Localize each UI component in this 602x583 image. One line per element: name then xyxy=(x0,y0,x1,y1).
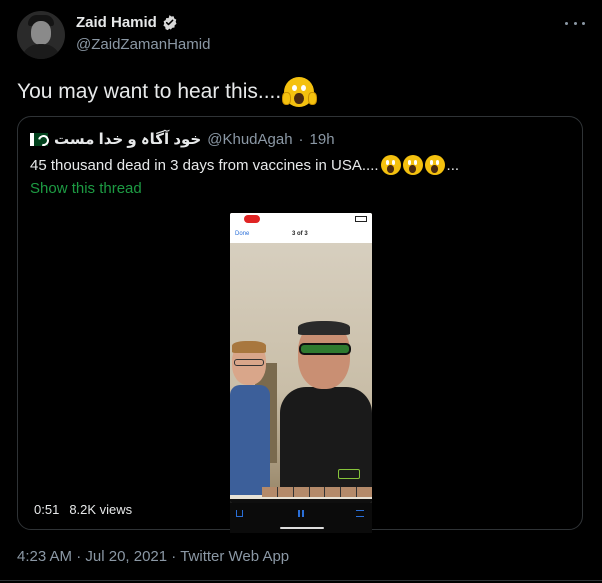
filmstrip-frame xyxy=(277,487,293,497)
share-icon xyxy=(236,510,243,517)
author-handle[interactable]: @ZaidZamanHamid xyxy=(76,36,210,53)
screaming-face-emoji-icon xyxy=(402,155,423,175)
phone-toolbar xyxy=(230,503,372,533)
more-options-icon[interactable] xyxy=(565,15,585,31)
video-person-right xyxy=(280,321,372,497)
quoted-tweet-header: خود آگاہ و خدا مست @KhudAgah · 19h xyxy=(30,130,335,148)
emoji-mouth xyxy=(387,165,394,173)
emoji-hand xyxy=(281,92,291,106)
tweet-date[interactable]: Jul 20, 2021 xyxy=(85,548,167,565)
home-indicator xyxy=(280,527,324,529)
footer-separator: · xyxy=(76,548,82,565)
screaming-face-emoji-icon xyxy=(281,77,317,107)
phone-done-label: Done xyxy=(235,231,250,237)
quoted-separator: · xyxy=(298,130,304,148)
emoji-mouth xyxy=(409,165,416,173)
phone-filmstrip xyxy=(262,487,372,497)
tweet-time[interactable]: 4:23 AM xyxy=(17,548,72,565)
pause-icon xyxy=(298,510,304,517)
recording-indicator-icon xyxy=(244,215,260,223)
video-person-left xyxy=(230,341,270,495)
more-dot xyxy=(582,21,585,25)
shirt-logo xyxy=(338,469,360,479)
more-dot xyxy=(565,21,568,25)
emoji-eye xyxy=(385,160,390,165)
person-sunglasses xyxy=(299,343,351,355)
emoji-eye xyxy=(429,160,434,165)
video-meta: 0:51 8.2K views xyxy=(34,502,132,517)
quoted-handle[interactable]: @KhudAgah xyxy=(207,131,292,148)
pakistan-flag-icon xyxy=(30,132,48,146)
video-duration: 0:51 xyxy=(34,502,60,517)
person-hair xyxy=(232,341,266,353)
screaming-face-emoji-icon xyxy=(424,155,445,175)
avatar-head xyxy=(31,21,51,45)
tweet-header: Zaid Hamid @ZaidZamanHamid xyxy=(17,11,585,59)
show-thread-link[interactable]: Show this thread xyxy=(30,180,142,197)
footer-separator: · xyxy=(171,548,177,565)
video-player[interactable]: Done 3 of 3 xyxy=(230,213,372,503)
filmstrip-frame xyxy=(309,487,325,497)
tweet-text: You may want to hear this.... xyxy=(17,77,317,107)
quoted-text-suffix: ... xyxy=(446,156,460,174)
tweet-client[interactable]: Twitter Web App xyxy=(180,548,289,565)
phone-nav-bar: Done 3 of 3 xyxy=(230,225,372,243)
author-avatar[interactable] xyxy=(17,11,65,59)
person-torso xyxy=(280,387,372,497)
emoji-mouth xyxy=(294,92,304,104)
filmstrip-frame xyxy=(325,487,341,497)
divider xyxy=(0,580,602,581)
filmstrip-frame xyxy=(357,487,372,497)
author-display-name[interactable]: Zaid Hamid xyxy=(76,14,157,31)
emoji-eye xyxy=(391,160,396,165)
video-views: 8.2K views xyxy=(69,502,133,517)
phone-status-bar xyxy=(230,213,372,225)
quoted-tweet-text: 45 thousand dead in 3 days from vaccines… xyxy=(30,155,459,175)
person-glasses xyxy=(234,359,264,366)
phone-count-label: 3 of 3 xyxy=(292,231,308,237)
emoji-eye xyxy=(435,160,440,165)
filmstrip-frame xyxy=(262,487,277,497)
screaming-face-emoji-icon xyxy=(380,155,401,175)
list-icon xyxy=(356,510,364,517)
emoji-eye xyxy=(292,84,298,92)
quoted-text-content: 45 thousand dead in 3 days from vaccines… xyxy=(30,156,379,174)
author-name-row: Zaid Hamid xyxy=(76,14,178,31)
emoji-hand xyxy=(307,92,317,106)
quoted-timestamp[interactable]: 19h xyxy=(310,131,335,148)
quoted-display-name[interactable]: خود آگاہ و خدا مست xyxy=(54,130,201,148)
emoji-eye xyxy=(407,160,412,165)
person-torso xyxy=(230,385,270,495)
tweet-footer: 4:23 AM · Jul 20, 2021 · Twitter Web App xyxy=(17,548,289,565)
verified-badge-icon xyxy=(163,15,177,31)
filmstrip-frame xyxy=(341,487,357,497)
emoji-eye xyxy=(413,160,418,165)
avatar-body xyxy=(21,44,61,59)
filmstrip-frame xyxy=(293,487,309,497)
emoji-eye xyxy=(301,84,307,92)
quoted-tweet-card[interactable]: خود آگاہ و خدا مست @KhudAgah · 19h 45 th… xyxy=(17,116,583,533)
person-hair xyxy=(298,321,350,335)
battery-icon xyxy=(355,216,367,222)
emoji-mouth xyxy=(431,165,438,173)
tweet-text-content: You may want to hear this.... xyxy=(17,80,282,103)
more-dot xyxy=(573,21,577,25)
